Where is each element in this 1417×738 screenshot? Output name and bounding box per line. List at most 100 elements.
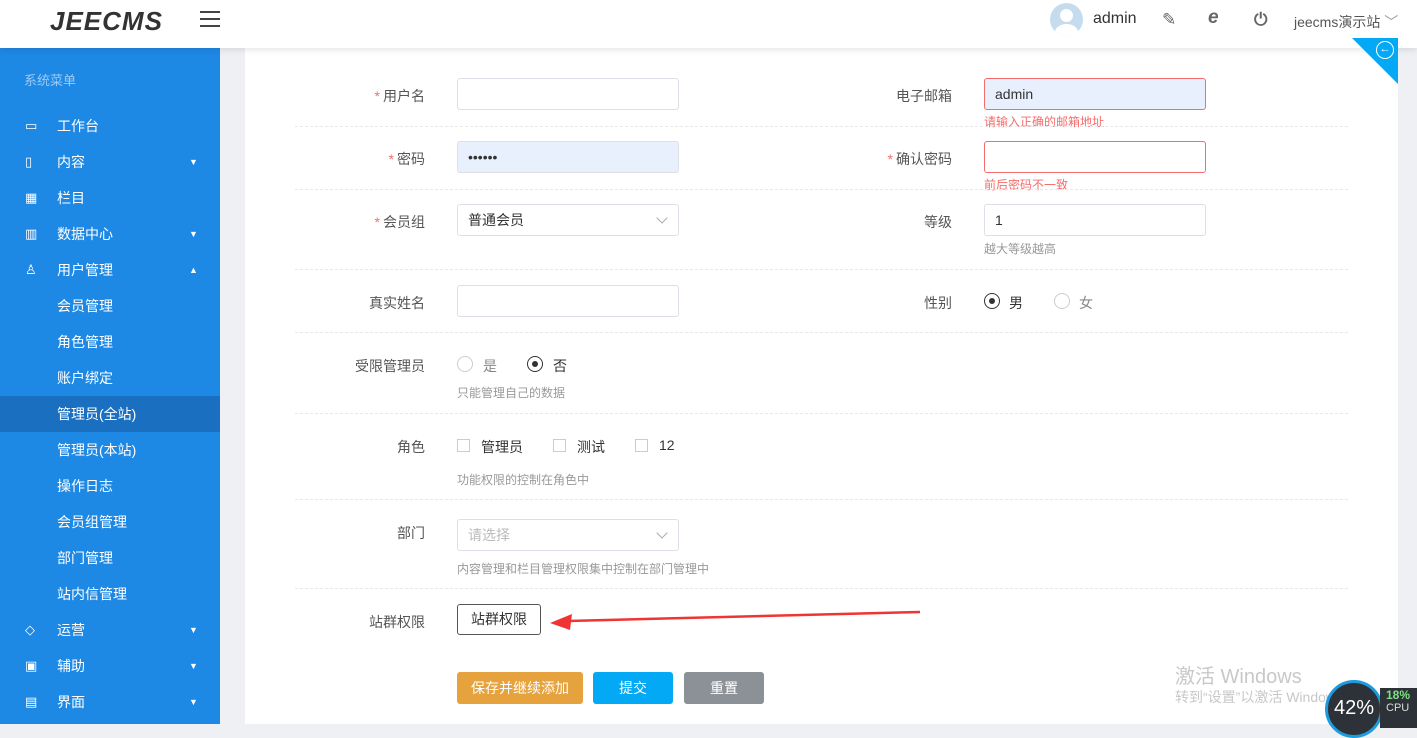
label: 内容: [57, 154, 85, 170]
grid-icon: ▦: [25, 190, 38, 205]
email-label: 电子邮箱: [896, 88, 952, 104]
email-input[interactable]: admin: [984, 78, 1206, 110]
site-selector[interactable]: jeecms演示站 ﹀: [1294, 12, 1398, 32]
box-icon: ▣: [25, 658, 38, 673]
cpu-label: CPU: [1386, 702, 1410, 714]
sidebar-subitem[interactable]: 管理员(本站): [0, 432, 220, 468]
menu-toggle-icon[interactable]: [200, 11, 220, 27]
level-label: 等级: [924, 214, 952, 230]
label: 栏目: [57, 190, 85, 206]
sidebar-item-interface[interactable]: ▤ 界面 ▼: [0, 684, 220, 720]
divider: [295, 269, 1348, 270]
sidebar-item-content[interactable]: ▯ 内容 ▼: [0, 144, 220, 180]
role-checkbox[interactable]: [635, 439, 648, 452]
caret-down-icon: ▼: [189, 157, 198, 167]
role-checkbox[interactable]: [553, 439, 566, 452]
role-option[interactable]: 12: [659, 437, 675, 453]
sidebar-title: 系统菜单: [24, 73, 77, 88]
gender-male-radio[interactable]: [984, 293, 1000, 309]
site-group-label: 站群权限: [369, 614, 425, 630]
sidebar-subitem-active[interactable]: 管理员(全站): [0, 396, 220, 432]
submit-button[interactable]: 提交: [593, 672, 673, 704]
restricted-yes-label[interactable]: 是: [483, 356, 497, 376]
caret-up-icon: ▲: [189, 265, 198, 275]
role-option[interactable]: 测试: [577, 437, 605, 457]
realname-label: 真实姓名: [369, 295, 425, 311]
label: 会员组管理: [57, 514, 127, 530]
password-label: * 密码: [388, 151, 425, 167]
monitor-icon: ▭: [25, 118, 38, 133]
member-group-select[interactable]: 普通会员: [457, 204, 679, 236]
shield-icon: ◇: [25, 622, 35, 637]
gender-male-label[interactable]: 男: [1009, 293, 1023, 313]
label: 管理员(全站): [57, 406, 137, 422]
save-and-continue-button[interactable]: 保存并继续添加: [457, 672, 583, 704]
sidebar-subitem[interactable]: 角色管理: [0, 324, 220, 360]
chevron-down-icon: ﹀: [1384, 14, 1399, 30]
back-arrow-icon[interactable]: ←: [1376, 41, 1394, 59]
role-checkbox[interactable]: [457, 439, 470, 452]
label: 会员管理: [57, 298, 113, 314]
performance-gauge[interactable]: 42%: [1325, 680, 1383, 738]
windows-activation-title: 激活 Windows: [1175, 666, 1302, 688]
file-icon: ▯: [25, 154, 33, 169]
top-header: JEECMS admin ✎ e ⏻ jeecms演示站 ﹀: [0, 0, 1417, 48]
email-error: 请输入正确的邮箱地址: [984, 115, 1105, 129]
sidebar-item-column[interactable]: ▦ 栏目: [0, 180, 220, 216]
realname-input[interactable]: [457, 285, 679, 317]
selected-value: 普通会员: [468, 212, 524, 228]
label: 操作日志: [57, 478, 113, 494]
avatar[interactable]: [1050, 3, 1083, 36]
sidebar-item-workbench[interactable]: ▭ 工作台: [0, 108, 220, 144]
reset-button[interactable]: 重置: [684, 672, 764, 704]
sidebar-subitem[interactable]: 操作日志: [0, 468, 220, 504]
divider: [295, 126, 1348, 127]
user-edit-icon[interactable]: ✎: [1162, 10, 1176, 30]
label: 管理员(本站): [57, 442, 137, 458]
sidebar-item-assist[interactable]: ▣ 辅助 ▼: [0, 648, 220, 684]
confirm-password-input[interactable]: [984, 141, 1206, 173]
label: 角色管理: [57, 334, 113, 350]
department-select[interactable]: 请选择: [457, 519, 679, 551]
user-icon: ♙: [25, 262, 37, 277]
cpu-widget: 18% CPU: [1380, 688, 1417, 728]
label: 部门管理: [57, 550, 113, 566]
username[interactable]: admin: [1093, 10, 1137, 28]
label: 用户管理: [57, 262, 113, 278]
caret-down-icon: ▼: [189, 661, 198, 671]
role-option[interactable]: 管理员: [481, 437, 523, 457]
placeholder: 请选择: [468, 527, 510, 543]
confirm-password-error: 前后密码不一致: [984, 178, 1069, 192]
sidebar-subitem[interactable]: 账户绑定: [0, 360, 220, 396]
caret-down-icon: ▼: [189, 625, 198, 635]
sidebar-subitem[interactable]: 会员管理: [0, 288, 220, 324]
gender-female-label[interactable]: 女: [1079, 293, 1093, 313]
level-hint: 越大等级越高: [984, 242, 1057, 256]
sidebar-subitem[interactable]: 部门管理: [0, 540, 220, 576]
restricted-no-label[interactable]: 否: [553, 356, 567, 376]
level-input[interactable]: 1: [984, 204, 1206, 236]
restricted-no-radio[interactable]: [527, 356, 543, 372]
sidebar-subitem[interactable]: 会员组管理: [0, 504, 220, 540]
restricted-yes-radio[interactable]: [457, 356, 473, 372]
sidebar-item-user-management[interactable]: ♙ 用户管理 ▲: [0, 252, 220, 288]
password-input[interactable]: ••••••: [457, 141, 679, 173]
sidebar-subitem[interactable]: 站内信管理: [0, 576, 220, 612]
sidebar-item-data-center[interactable]: ▥ 数据中心 ▼: [0, 216, 220, 252]
label: 数据中心: [57, 226, 113, 242]
restricted-admin-label: 受限管理员: [355, 358, 425, 374]
restricted-hint: 只能管理自己的数据: [457, 386, 566, 400]
username-input[interactable]: [457, 78, 679, 110]
site-group-permission-button[interactable]: 站群权限: [457, 604, 541, 635]
layout-icon: ▤: [25, 694, 38, 709]
chart-icon: ▥: [25, 226, 38, 241]
divider: [295, 588, 1348, 589]
username-label: * 用户名: [374, 88, 425, 104]
divider: [295, 499, 1348, 500]
role-label: 角色: [397, 439, 425, 455]
sidebar-item-operation[interactable]: ◇ 运营 ▼: [0, 612, 220, 648]
gender-female-radio[interactable]: [1054, 293, 1070, 309]
power-icon[interactable]: ⏻: [1254, 10, 1267, 30]
divider: [295, 413, 1348, 414]
browser-icon[interactable]: e: [1208, 7, 1219, 29]
